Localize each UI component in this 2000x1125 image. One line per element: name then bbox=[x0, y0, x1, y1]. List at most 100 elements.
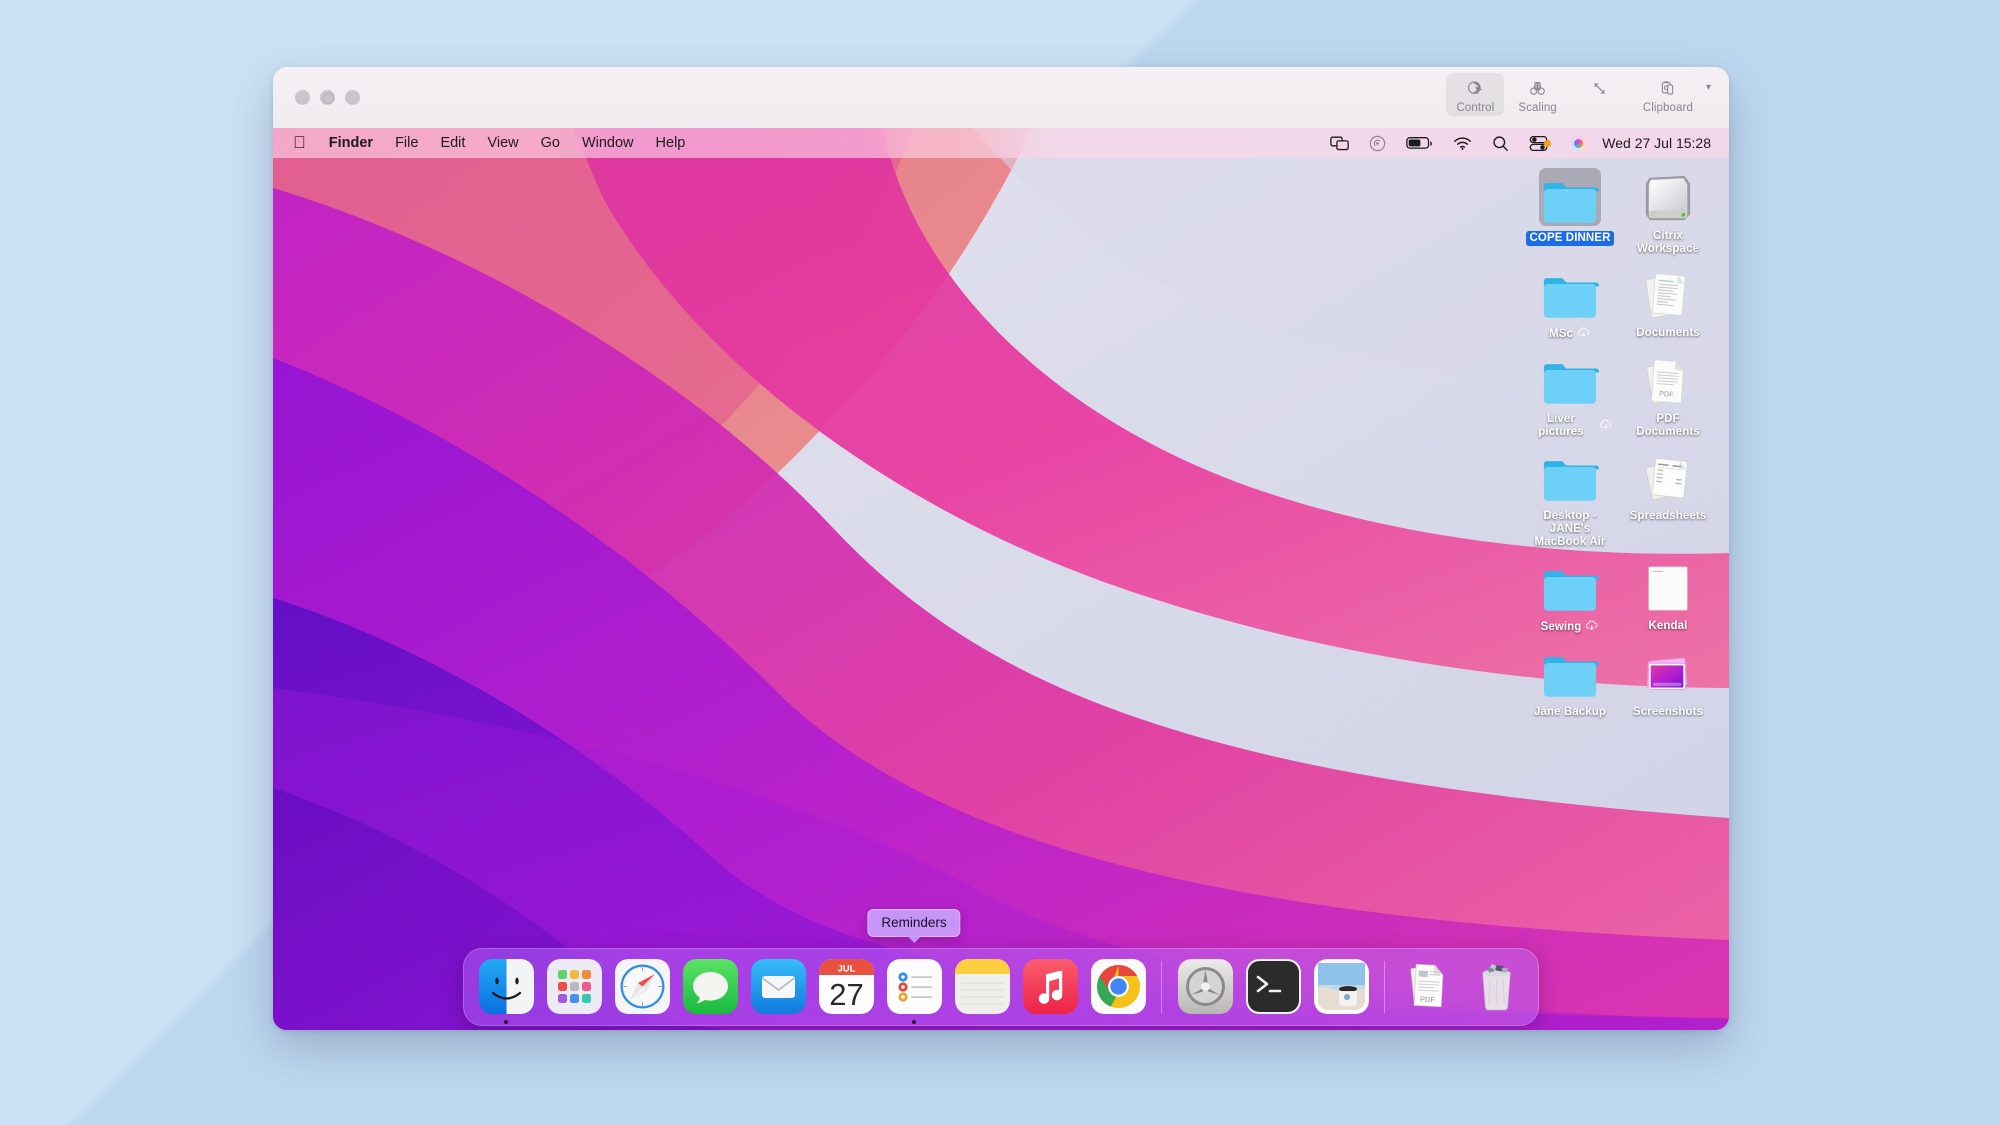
desktop-icon-screenshots[interactable]: Screenshots bbox=[1619, 638, 1717, 722]
desktop-icon-jane-backup[interactable]: Jane Backup bbox=[1521, 638, 1619, 722]
spotlight-search-icon[interactable] bbox=[1482, 128, 1519, 158]
viewer-titlebar: Control Scaling Clipboard ▾ bbox=[273, 67, 1729, 128]
menu-item-view[interactable]: View bbox=[476, 133, 529, 153]
mail-icon bbox=[750, 958, 806, 1014]
binoculars-icon bbox=[1528, 77, 1547, 99]
desktop-icon-row: COPE DINNER Citrix Workspace bbox=[1521, 162, 1717, 259]
dock-item-notes[interactable] bbox=[951, 955, 1013, 1017]
calendar-month: JUL bbox=[837, 963, 855, 974]
folder-icon bbox=[1538, 558, 1602, 614]
viewer-toolbar: Control Scaling Clipboard ▾ bbox=[1446, 73, 1711, 116]
desktop-icon-sewing[interactable]: Sewing bbox=[1521, 552, 1619, 638]
desktop-icon-label: Jane Backup bbox=[1533, 706, 1607, 718]
menu-item-window[interactable]: Window bbox=[571, 133, 645, 153]
dock-tooltip: Reminders bbox=[867, 909, 961, 943]
cursor-control-icon bbox=[1466, 77, 1485, 99]
notes-icon bbox=[954, 958, 1010, 1014]
desktop-icon-label: Documents bbox=[1636, 327, 1700, 339]
folder-icon bbox=[1538, 644, 1602, 700]
dock-item-pdf-stack[interactable]: PDF bbox=[1397, 955, 1459, 1017]
svg-text:PDF: PDF bbox=[1659, 389, 1675, 399]
desktop-icon-cope-dinner[interactable]: COPE DINNER bbox=[1521, 162, 1619, 259]
control-center-icon[interactable] bbox=[1519, 128, 1561, 158]
dock-item-terminal[interactable] bbox=[1242, 955, 1304, 1017]
dock-item-system-preferences[interactable] bbox=[1174, 955, 1236, 1017]
macos-screen:  Finder File Edit View Go Window Help bbox=[273, 128, 1729, 1030]
siri-icon[interactable] bbox=[1561, 128, 1596, 158]
spreadsheet-stack-icon bbox=[1636, 448, 1700, 504]
battery-icon[interactable] bbox=[1396, 128, 1443, 158]
desktop-icon-spreadsheets[interactable]: Spreadsheets bbox=[1619, 442, 1717, 552]
toolbar-scaling-button[interactable]: Scaling bbox=[1508, 73, 1566, 116]
dock-item-reminders[interactable]: Reminders bbox=[867, 909, 961, 1024]
system-preferences-icon bbox=[1177, 958, 1233, 1014]
toolbar-clipboard-label: Clipboard bbox=[1642, 102, 1693, 114]
menu-item-help[interactable]: Help bbox=[645, 133, 697, 153]
icloud-download-icon bbox=[1599, 419, 1613, 434]
messages-icon bbox=[682, 958, 738, 1014]
dock-item-launchpad[interactable] bbox=[543, 955, 605, 1017]
desktop-icon-pdf-documents[interactable]: PDF PDF Documents bbox=[1619, 345, 1717, 442]
desktop-icon-citrix-workspace[interactable]: Citrix Workspace bbox=[1619, 162, 1717, 259]
menu-item-go[interactable]: Go bbox=[530, 133, 571, 153]
terminal-icon bbox=[1245, 958, 1301, 1014]
apple-logo-icon[interactable]:  bbox=[289, 134, 318, 153]
zoom-button[interactable] bbox=[345, 90, 360, 105]
music-icon bbox=[1022, 958, 1078, 1014]
icloud-download-icon bbox=[1585, 620, 1599, 635]
menu-item-finder[interactable]: Finder bbox=[318, 133, 384, 153]
wifi-icon[interactable] bbox=[1443, 128, 1482, 158]
dock-item-messages[interactable] bbox=[679, 955, 741, 1017]
notification-dot bbox=[1544, 139, 1552, 147]
icloud-download-icon bbox=[1577, 327, 1591, 342]
desktop-icon-desktop-jane-macbook-air[interactable]: Desktop - JANE's MacBook Air bbox=[1521, 442, 1619, 552]
remote-viewer-window: Control Scaling Clipboard ▾ Finder File … bbox=[273, 67, 1729, 1030]
pdf-stack-icon: PDF bbox=[1401, 959, 1456, 1014]
desktop-icon-label: Spreadsheets bbox=[1629, 510, 1707, 522]
toolbar-control-button[interactable]: Control bbox=[1446, 73, 1505, 116]
resize-diagonal-icon bbox=[1590, 77, 1609, 99]
toolbar-resize-button[interactable] bbox=[1571, 73, 1629, 104]
trash-icon bbox=[1469, 959, 1524, 1014]
toolbar-clipboard-button[interactable]: Clipboard bbox=[1633, 73, 1703, 116]
window-traffic-lights bbox=[295, 90, 360, 105]
desktop-icon-kendal[interactable]: Kendal bbox=[1619, 552, 1717, 638]
desktop-icon-documents[interactable]: Documents bbox=[1619, 259, 1717, 345]
dock: JUL 27 Reminders PDF bbox=[463, 909, 1539, 1026]
document-icon bbox=[1636, 558, 1700, 614]
folder-icon bbox=[1539, 168, 1601, 226]
menu-bar-clock[interactable]: Wed 27 Jul 15:28 bbox=[1596, 128, 1717, 158]
close-button[interactable] bbox=[295, 90, 310, 105]
airdrop-icon[interactable] bbox=[1359, 128, 1396, 158]
menu-bar-status-area: Wed 27 Jul 15:28 bbox=[1320, 128, 1717, 158]
screen-mirroring-icon[interactable] bbox=[1320, 128, 1359, 158]
desktop-icon-label: MSc bbox=[1545, 326, 1595, 343]
toolbar-scaling-label: Scaling bbox=[1518, 102, 1557, 114]
menu-item-file[interactable]: File bbox=[384, 133, 429, 153]
dock-item-music[interactable] bbox=[1019, 955, 1081, 1017]
chevron-down-icon[interactable]: ▾ bbox=[1706, 82, 1711, 93]
desktop-icon-row: MSc Documents bbox=[1521, 259, 1717, 345]
dock-item-safari[interactable] bbox=[611, 955, 673, 1017]
menu-item-edit[interactable]: Edit bbox=[429, 133, 476, 153]
dock-item-calendar[interactable]: JUL 27 bbox=[815, 955, 877, 1017]
calendar-day: 27 bbox=[829, 977, 863, 1012]
menu-bar:  Finder File Edit View Go Window Help bbox=[273, 128, 1729, 158]
running-indicator bbox=[912, 1020, 916, 1024]
desktop-icon-row: Jane Backup Screenshots bbox=[1521, 638, 1717, 722]
toolbar-clipboard-group[interactable]: Clipboard ▾ bbox=[1633, 73, 1711, 116]
finder-icon bbox=[478, 958, 534, 1014]
desktop-icon-label: Desktop - JANE's MacBook Air bbox=[1534, 510, 1606, 548]
documents-stack-icon bbox=[1636, 265, 1700, 321]
dock-container: JUL 27 Reminders PDF bbox=[273, 909, 1729, 1026]
dock-item-finder[interactable] bbox=[475, 955, 537, 1024]
desktop-icon-liver-pictures[interactable]: Liver pictures bbox=[1521, 345, 1619, 442]
desktop-icon-label: Kendal bbox=[1648, 620, 1688, 632]
dock-item-chrome[interactable] bbox=[1087, 955, 1149, 1017]
dock-item-preview[interactable] bbox=[1310, 955, 1372, 1017]
desktop-icon-msc[interactable]: MSc bbox=[1521, 259, 1619, 345]
dock-item-mail[interactable] bbox=[747, 955, 809, 1017]
desktop-icon-row: Sewing Kendal bbox=[1521, 552, 1717, 638]
minimize-button[interactable] bbox=[320, 90, 335, 105]
dock-item-trash[interactable] bbox=[1465, 955, 1527, 1017]
